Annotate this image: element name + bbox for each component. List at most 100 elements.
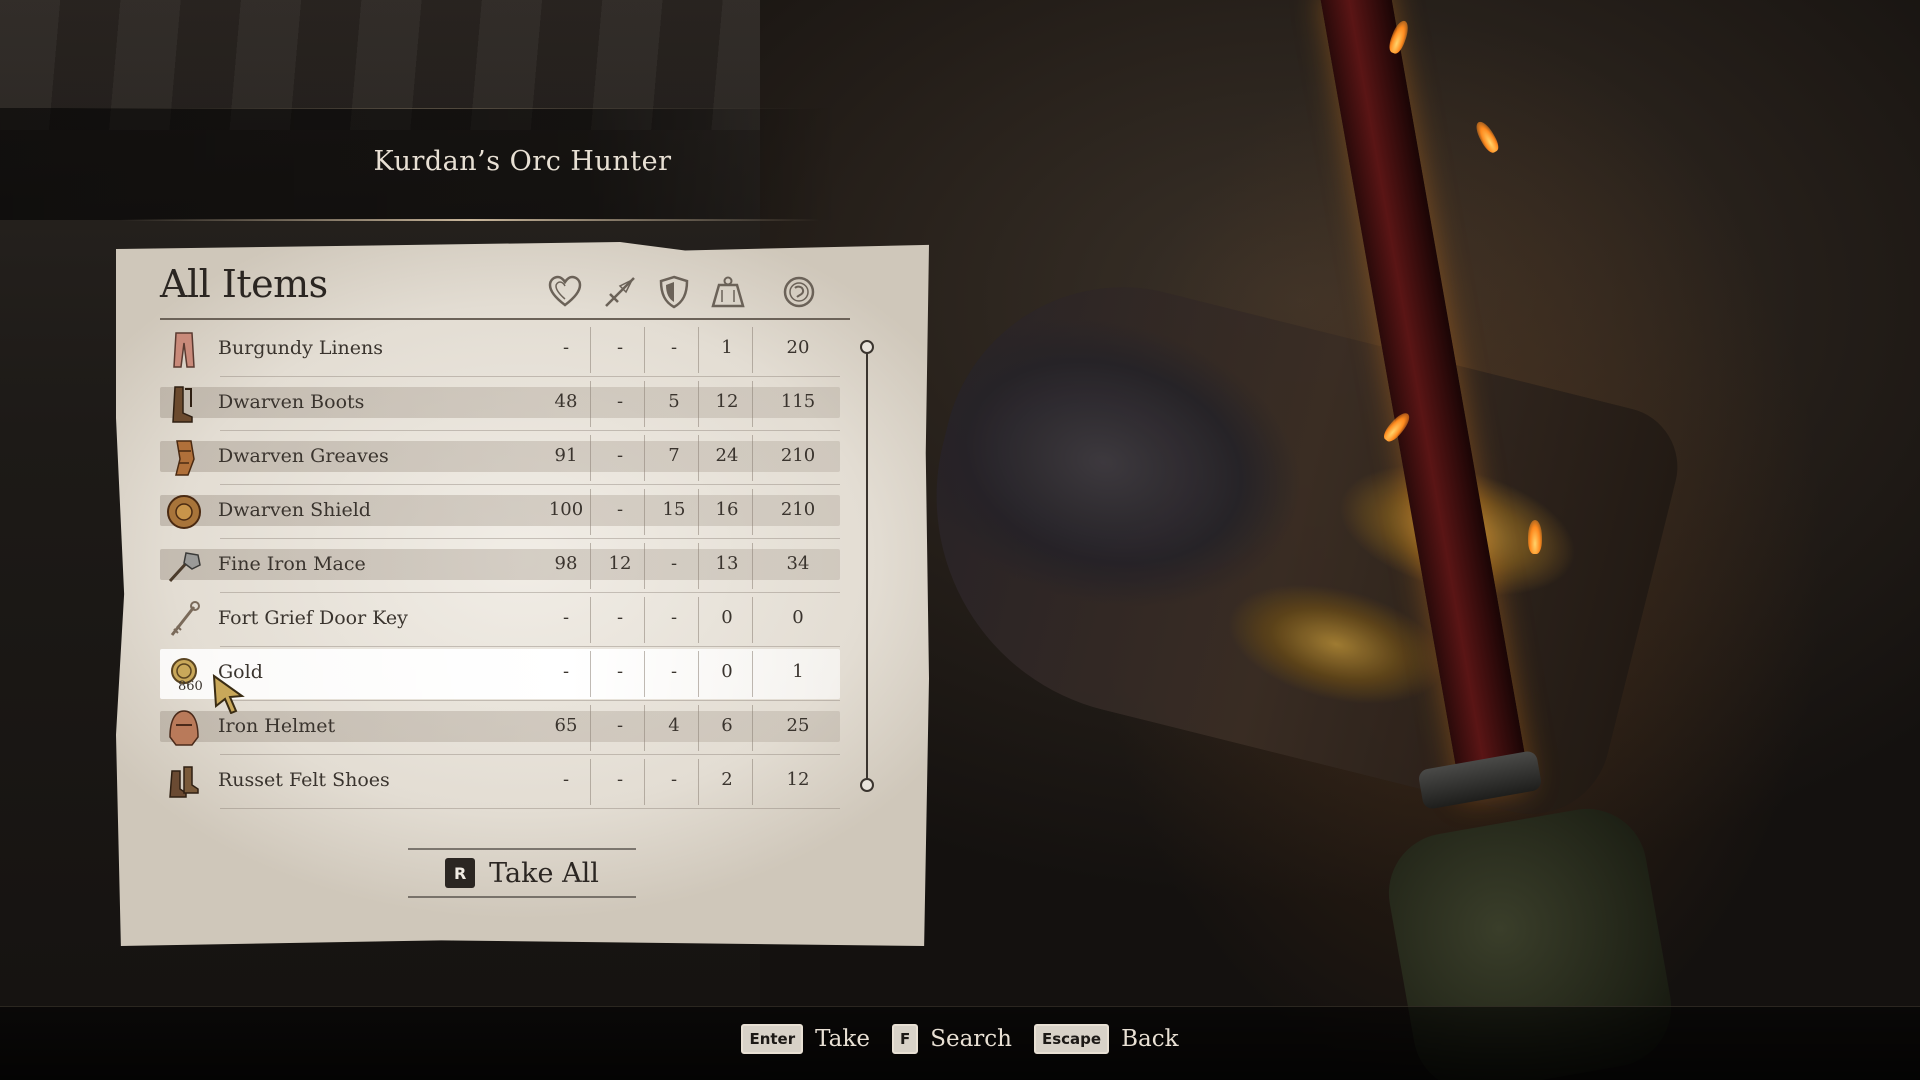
- item-name: Fine Iron Mace: [218, 553, 366, 575]
- item-row-dwarven-boots[interactable]: Dwarven Boots 48 - 5 12 115: [160, 377, 850, 431]
- column-divider: [698, 759, 699, 805]
- item-armor: 4: [668, 715, 680, 736]
- hint-search[interactable]: F Search: [891, 1024, 1012, 1054]
- greaves-icon: [175, 440, 195, 476]
- item-value: 115: [780, 391, 816, 412]
- item-damage: 12: [608, 553, 632, 574]
- item-weight: 2: [721, 769, 733, 790]
- take-all-button[interactable]: R Take All: [408, 848, 636, 898]
- column-divider: [698, 543, 699, 589]
- column-divider: [752, 759, 753, 805]
- item-health: 65: [554, 715, 578, 736]
- item-value: 12: [786, 769, 810, 790]
- title-divider: [120, 219, 820, 221]
- column-divider: [698, 651, 699, 697]
- column-divider: [698, 435, 699, 481]
- key-hint-f: F: [891, 1024, 919, 1054]
- item-damage: -: [616, 499, 624, 520]
- item-row-fine-iron-mace[interactable]: Fine Iron Mace 98 12 - 13 34: [160, 539, 850, 593]
- column-divider: [644, 435, 645, 481]
- column-divider: [590, 705, 591, 751]
- item-row-burgundy-linens[interactable]: Burgundy Linens - - - 1 20: [160, 323, 850, 377]
- column-divider: [644, 381, 645, 427]
- item-health: -: [562, 607, 570, 628]
- scroll-up-handle[interactable]: [860, 340, 874, 354]
- item-value: 0: [792, 607, 804, 628]
- item-damage: -: [616, 715, 624, 736]
- column-divider: [590, 381, 591, 427]
- weight-icon[interactable]: [710, 274, 746, 310]
- key-hint-r: R: [445, 858, 476, 888]
- scroll-track[interactable]: [866, 350, 868, 782]
- item-name: Russet Felt Shoes: [218, 769, 390, 791]
- item-row-russet-felt-shoes[interactable]: Russet Felt Shoes - - - 2 12: [160, 755, 850, 809]
- column-divider: [644, 327, 645, 373]
- boots-icon: [172, 386, 193, 423]
- container-title: Kurdan’s Orc Hunter: [373, 146, 672, 177]
- hint-take[interactable]: Enter Take: [741, 1024, 870, 1054]
- mouse-cursor-icon: [212, 674, 245, 714]
- item-weight: 16: [715, 499, 739, 520]
- item-armor: -: [670, 553, 678, 574]
- column-divider: [590, 543, 591, 589]
- item-damage: -: [616, 769, 624, 790]
- item-weight: 0: [721, 661, 733, 682]
- scroll-down-handle[interactable]: [860, 778, 874, 792]
- column-divider: [752, 705, 753, 751]
- item-value: 210: [780, 499, 816, 520]
- column-divider: [752, 543, 753, 589]
- hint-back[interactable]: Escape Back: [1033, 1024, 1179, 1054]
- item-weight: 13: [715, 553, 739, 574]
- column-divider: [752, 327, 753, 373]
- item-name: Dwarven Boots: [218, 391, 365, 413]
- hint-label: Search: [930, 1026, 1012, 1052]
- item-armor: -: [670, 337, 678, 358]
- item-name: Fort Grief Door Key: [218, 607, 408, 629]
- item-armor: -: [670, 607, 678, 628]
- item-health: 100: [548, 499, 584, 520]
- item-row-gold[interactable]: 860 Gold - - -0 1: [160, 647, 850, 701]
- item-name: Dwarven Greaves: [218, 445, 389, 467]
- hint-label: Take: [815, 1026, 870, 1052]
- item-damage: -: [616, 337, 624, 358]
- item-weight: 6: [721, 715, 733, 736]
- title-divider: [60, 108, 820, 109]
- item-row-dwarven-greaves[interactable]: Dwarven Greaves 91 - 7 24 210: [160, 431, 850, 485]
- key-icon: [170, 601, 200, 636]
- row-divider: [220, 808, 840, 809]
- armored-arm: [889, 249, 1691, 831]
- take-all-label: Take All: [489, 857, 599, 889]
- shield-icon[interactable]: [656, 274, 692, 310]
- column-divider: [698, 381, 699, 427]
- item-armor: 15: [662, 499, 686, 520]
- scrollbar[interactable]: [860, 340, 874, 792]
- item-name: Dwarven Shield: [218, 499, 371, 521]
- flame-effect: [1472, 118, 1502, 156]
- item-row-dwarven-shield[interactable]: Dwarven Shield 100 - 15 16 210: [160, 485, 850, 539]
- item-row-fort-grief-door-key[interactable]: Fort Grief Door Key - - - 0 0: [160, 593, 850, 647]
- column-divider: [644, 759, 645, 805]
- column-divider: [752, 381, 753, 427]
- coin-icon[interactable]: [781, 274, 817, 310]
- column-divider: [752, 597, 753, 643]
- column-divider: [590, 651, 591, 697]
- column-divider: [644, 705, 645, 751]
- column-divider: [644, 597, 645, 643]
- item-health: -: [562, 337, 570, 358]
- column-divider: [752, 489, 753, 535]
- item-damage: -: [616, 445, 624, 466]
- item-armor: 7: [668, 445, 680, 466]
- item-value: 1: [792, 661, 804, 682]
- item-value: 25: [786, 715, 810, 736]
- column-headers: [0, 274, 1920, 310]
- item-health: -: [562, 769, 570, 790]
- column-divider: [590, 327, 591, 373]
- sword-icon[interactable]: [602, 274, 638, 310]
- heart-icon[interactable]: [547, 274, 583, 310]
- item-armor: 5: [668, 391, 680, 412]
- control-hints: Enter Take F Search Escape Back: [0, 1024, 1920, 1054]
- item-armor: -: [670, 661, 678, 682]
- item-weight: 0: [721, 607, 733, 628]
- column-divider: [644, 543, 645, 589]
- item-row-iron-helmet[interactable]: Iron Helmet 65 - 4 6 25: [160, 701, 850, 755]
